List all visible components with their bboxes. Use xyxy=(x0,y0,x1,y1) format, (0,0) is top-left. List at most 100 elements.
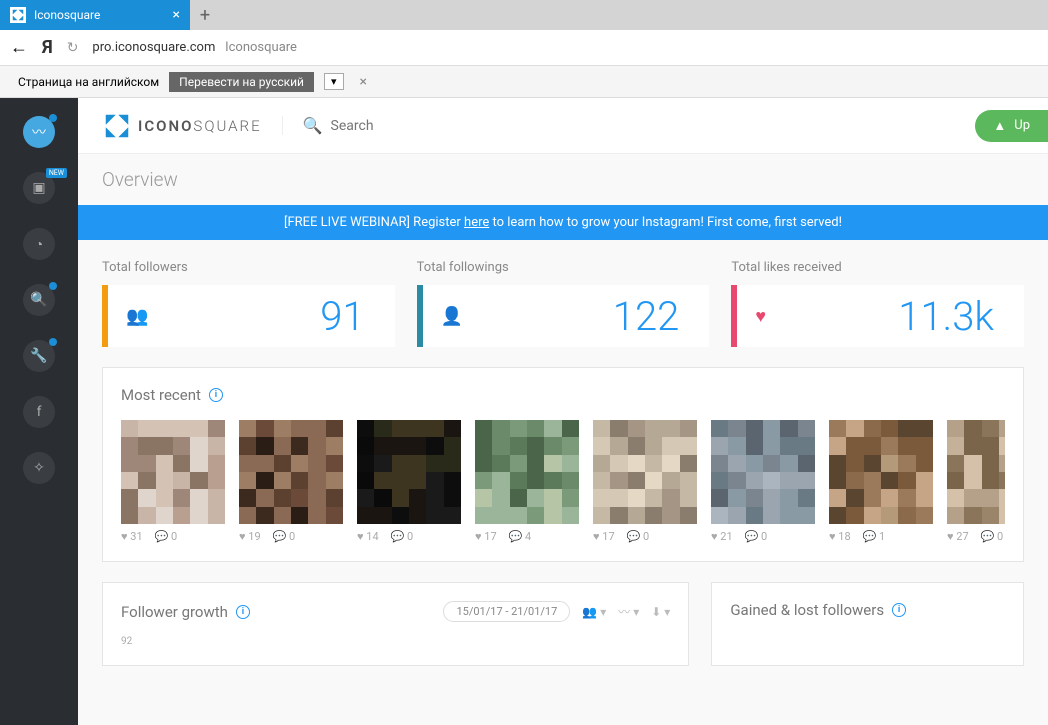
media-thumb[interactable]: ♥ 31 💬 0 xyxy=(121,420,225,543)
media-thumb[interactable]: ♥ 21 💬 0 xyxy=(711,420,815,543)
people-icon[interactable]: 👥 ▾ xyxy=(582,605,606,619)
logo-text: ICONOSQUARE xyxy=(138,117,262,135)
tab-bar: Iconosquare × + xyxy=(0,0,1048,30)
app-container: 〰 ▣ NEW ◔ 🔍 🔧 f ✧ ICONOSQUARE xyxy=(0,98,1048,725)
back-button[interactable]: ← xyxy=(10,37,28,58)
sidebar-analytics[interactable]: 〰 xyxy=(23,116,55,148)
media-thumb[interactable]: ♥ 14 💬 0 xyxy=(357,420,461,543)
banner-suffix: to learn how to grow your Instagram! Fir… xyxy=(489,215,842,230)
thumb-image xyxy=(947,420,1005,524)
card-title-text: Most recent xyxy=(121,386,201,404)
card-title: Follower growth i xyxy=(121,603,250,621)
info-icon[interactable]: i xyxy=(236,605,250,619)
comments-count: 💬 0 xyxy=(155,530,178,543)
sidebar-schedule[interactable]: ◔ xyxy=(23,228,55,260)
gained-lost-card: Gained & lost followers i xyxy=(711,582,1024,666)
page-title: Overview xyxy=(78,154,1048,205)
stat-label: Total followings xyxy=(417,260,710,275)
facebook-icon: f xyxy=(37,404,42,420)
stat-box[interactable]: 👥 91 xyxy=(102,285,395,347)
stats-row: Total followers 👥 91 Total followings 👤 … xyxy=(78,240,1048,367)
wrench-icon: 🔧 xyxy=(30,348,47,364)
topbar: ICONOSQUARE 🔍 ▲ Up xyxy=(78,98,1048,154)
chart-type-icon[interactable]: 〰 ▾ xyxy=(618,603,639,620)
info-icon[interactable]: i xyxy=(209,388,223,402)
thumb-image xyxy=(593,420,697,524)
compass-icon: ✧ xyxy=(33,460,45,476)
logo-mark-icon xyxy=(102,111,132,141)
tab-close-icon[interactable]: × xyxy=(173,7,180,23)
sidebar-search[interactable]: 🔍 xyxy=(23,284,55,316)
download-icon[interactable]: ⬇ ▾ xyxy=(651,605,670,619)
media-thumb[interactable]: ♥ 19 💬 0 xyxy=(239,420,343,543)
url-domain: pro.iconosquare.com xyxy=(92,40,215,55)
thumb-image xyxy=(829,420,933,524)
stat-likes: Total likes received ♥ 11.3k xyxy=(731,260,1024,347)
translate-dropdown[interactable]: ▾ xyxy=(324,73,344,90)
browser-tab[interactable]: Iconosquare × xyxy=(0,0,190,30)
bottom-row: Follower growth i 15/01/17 - 21/01/17 👥 … xyxy=(78,582,1048,666)
media-thumb[interactable]: ♥ 17 💬 4 xyxy=(475,420,579,543)
followers-icon: 👥 xyxy=(126,306,148,327)
date-range-picker[interactable]: 15/01/17 - 21/01/17 xyxy=(443,601,570,622)
comments-count: 💬 4 xyxy=(509,530,532,543)
search-icon: 🔍 xyxy=(30,292,47,308)
likes-count: ♥ 31 xyxy=(121,530,143,543)
reload-icon[interactable]: ↻ xyxy=(67,40,79,56)
url-path: Iconosquare xyxy=(225,40,297,55)
stat-value: 91 xyxy=(320,293,364,340)
notification-dot xyxy=(49,114,57,122)
comments-count: 💬 1 xyxy=(863,530,886,543)
comments-count: 💬 0 xyxy=(273,530,296,543)
thumb-meta: ♥ 19 💬 0 xyxy=(239,530,343,543)
info-icon[interactable]: i xyxy=(892,603,906,617)
banner-link[interactable]: here xyxy=(464,215,489,230)
thumb-meta: ♥ 17 💬 0 xyxy=(593,530,697,543)
translate-label: Страница на английском xyxy=(18,75,159,89)
growth-tools: 15/01/17 - 21/01/17 👥 ▾ 〰 ▾ ⬇ ▾ xyxy=(443,601,670,622)
stat-value: 11.3k xyxy=(898,293,994,340)
stat-value: 122 xyxy=(613,293,680,340)
thumb-meta: ♥ 17 💬 4 xyxy=(475,530,579,543)
thumb-image xyxy=(357,420,461,524)
address-bar: ← Я ↻ pro.iconosquare.com Iconosquare xyxy=(0,30,1048,66)
stat-label: Total followers xyxy=(102,260,395,275)
stat-label: Total likes received xyxy=(731,260,1024,275)
stat-followers: Total followers 👥 91 xyxy=(102,260,395,347)
translate-close-icon[interactable]: × xyxy=(360,74,367,90)
sidebar-tools[interactable]: 🔧 xyxy=(23,340,55,372)
webinar-banner[interactable]: [FREE LIVE WEBINAR] Register here to lea… xyxy=(78,205,1048,240)
card-title: Gained & lost followers i xyxy=(730,601,1005,619)
logo[interactable]: ICONOSQUARE xyxy=(102,111,262,141)
search-input[interactable] xyxy=(331,118,531,134)
browser-chrome: Iconosquare × + ← Я ↻ pro.iconosquare.co… xyxy=(0,0,1048,98)
stat-box[interactable]: 👤 122 xyxy=(417,285,710,347)
yandex-logo[interactable]: Я xyxy=(42,37,53,58)
sidebar-media[interactable]: ▣ NEW xyxy=(23,172,55,204)
thumb-image xyxy=(711,420,815,524)
url-display[interactable]: pro.iconosquare.com Iconosquare xyxy=(92,40,297,55)
new-tab-button[interactable]: + xyxy=(190,5,220,26)
media-thumb[interactable]: ♥ 27 💬 0 xyxy=(947,420,1005,543)
sidebar-explore[interactable]: ✧ xyxy=(23,452,55,484)
y-axis-tick: 92 xyxy=(121,636,670,647)
translate-button[interactable]: Перевести на русский xyxy=(169,72,314,92)
thumb-meta: ♥ 18 💬 1 xyxy=(829,530,933,543)
media-thumb[interactable]: ♥ 18 💬 1 xyxy=(829,420,933,543)
media-thumb[interactable]: ♥ 17 💬 0 xyxy=(593,420,697,543)
main-content: ICONOSQUARE 🔍 ▲ Up Overview [FREE LIVE W… xyxy=(78,98,1048,725)
stat-box[interactable]: ♥ 11.3k xyxy=(731,285,1024,347)
followings-icon: 👤 xyxy=(441,306,463,327)
most-recent-card: Most recent i ♥ 31 💬 0 ♥ 19 💬 0 ♥ 14 💬 0… xyxy=(102,367,1024,562)
card-title: Most recent i xyxy=(121,386,1005,404)
stat-followings: Total followings 👤 122 xyxy=(417,260,710,347)
upgrade-button[interactable]: ▲ Up xyxy=(975,110,1048,142)
thumb-image xyxy=(121,420,225,524)
search-icon: 🔍 xyxy=(303,116,323,135)
likes-count: ♥ 21 xyxy=(711,530,733,543)
sidebar-facebook[interactable]: f xyxy=(23,396,55,428)
likes-count: ♥ 17 xyxy=(475,530,497,543)
gained-title: Gained & lost followers xyxy=(730,601,884,619)
upgrade-label: Up xyxy=(1014,118,1030,133)
search-wrap: 🔍 xyxy=(282,116,531,135)
